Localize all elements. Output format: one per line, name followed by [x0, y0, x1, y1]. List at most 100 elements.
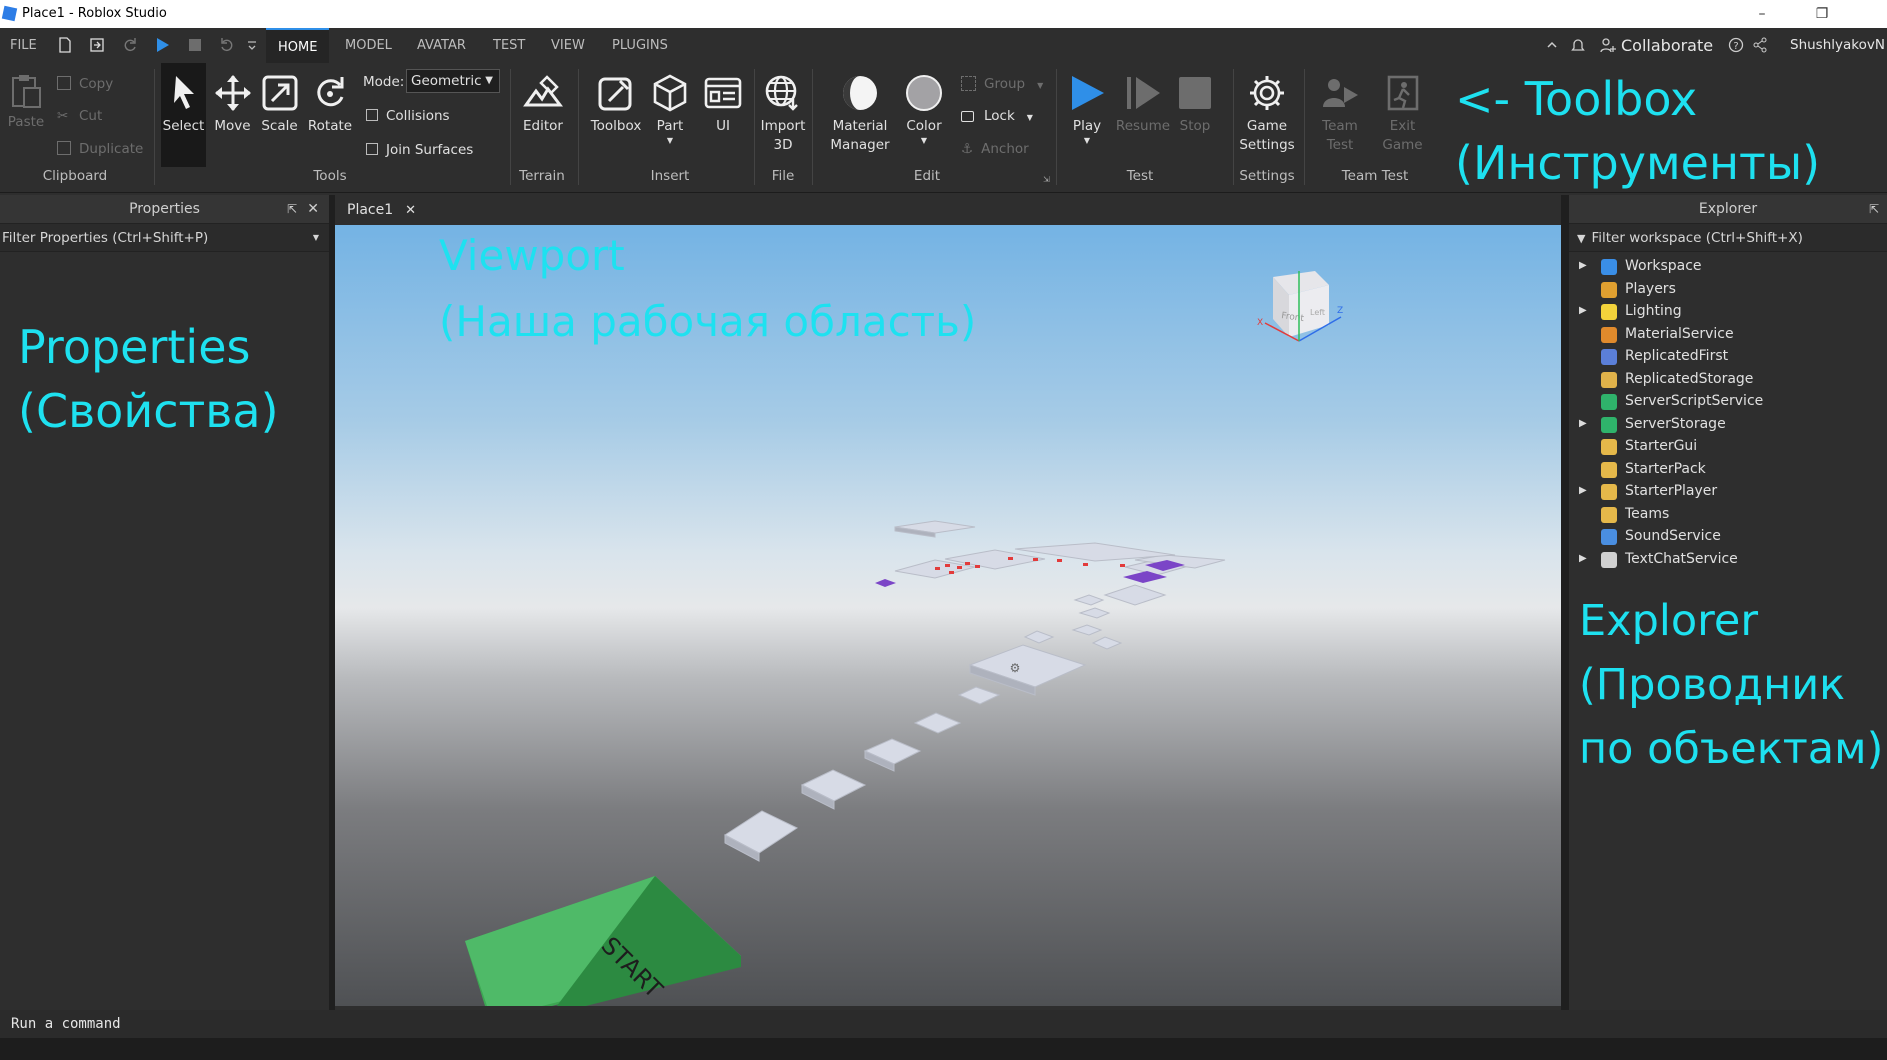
lock-button[interactable]: Lock ▼ — [961, 106, 1033, 126]
tab-plugins[interactable]: PLUGINS — [600, 28, 680, 63]
play-button[interactable]: Play ▼ — [1062, 73, 1112, 146]
tab-avatar[interactable]: AVATAR — [405, 28, 478, 63]
username[interactable]: ShushlyakovN — [1790, 37, 1885, 53]
import-3d-button[interactable]: Import 3D — [757, 73, 809, 155]
resume-label: Resume — [1115, 118, 1171, 134]
new-file-icon[interactable] — [57, 37, 73, 53]
players-icon — [1601, 281, 1617, 298]
tab-test[interactable]: TEST — [481, 28, 537, 63]
minimize-icon[interactable]: – — [1742, 3, 1782, 25]
game-settings-button[interactable]: Game Settings — [1237, 73, 1297, 155]
publish-icon[interactable] — [89, 37, 105, 53]
cut-button[interactable]: ✂ Cut — [57, 106, 102, 126]
select-arrow-icon — [173, 76, 194, 109]
panel-splitter[interactable] — [1561, 195, 1569, 1010]
paste-button[interactable]: Paste — [6, 73, 46, 132]
join-surfaces-checkbox[interactable]: Join Surfaces — [366, 140, 473, 160]
mode-label: Mode: — [363, 74, 405, 90]
start-pad[interactable]: START — [465, 876, 741, 1006]
toolbox-button[interactable]: Toolbox — [586, 73, 646, 136]
file-menu[interactable]: FILE — [0, 28, 47, 63]
explorer-item[interactable]: ▶ StarterPlayer — [1569, 480, 1887, 502]
play-icon — [1072, 76, 1104, 110]
collaborate-button[interactable]: Collaborate — [1621, 36, 1713, 55]
undock-icon[interactable]: ⇱ — [287, 195, 297, 224]
tab-home[interactable]: HOME — [266, 28, 330, 63]
edit-settings-icon[interactable]: ⇲ — [1043, 175, 1050, 184]
collapse-ribbon-icon[interactable] — [1546, 37, 1558, 53]
expand-arrow-icon[interactable]: ▶ — [1579, 548, 1587, 570]
play-quick-icon[interactable] — [154, 37, 170, 53]
collaborate-icon[interactable] — [1600, 37, 1616, 53]
explorer-item[interactable]: Players — [1569, 278, 1887, 300]
expand-arrow-icon[interactable]: ▶ — [1579, 255, 1587, 277]
duplicate-button[interactable]: Duplicate — [57, 139, 143, 159]
explorer-item[interactable]: Teams — [1569, 503, 1887, 525]
explorer-item[interactable]: MaterialService — [1569, 323, 1887, 345]
explorer-item[interactable]: ▶ ServerStorage — [1569, 413, 1887, 435]
move-button[interactable]: Move — [210, 73, 255, 136]
color-button[interactable]: Color ▼ — [902, 73, 946, 146]
resume-button[interactable]: Resume — [1115, 73, 1171, 136]
explorer-item-label: Workspace — [1625, 258, 1702, 274]
chevron-down-icon: ▼ — [1026, 113, 1033, 122]
collisions-checkbox[interactable]: Collisions — [366, 106, 450, 126]
explorer-item[interactable]: StarterGui — [1569, 435, 1887, 457]
select-button[interactable]: Select — [161, 63, 206, 167]
checkbox-icon — [366, 143, 378, 155]
anchor-label: Anchor — [981, 141, 1029, 157]
explorer-item[interactable]: ▶ Lighting — [1569, 300, 1887, 322]
stop-button[interactable]: Stop — [1173, 73, 1217, 136]
properties-filter-input[interactable]: Filter Properties (Ctrl+Shift+P) ▼ — [0, 224, 329, 252]
stop-quick-icon[interactable] — [187, 37, 203, 53]
explorer-item[interactable]: ReplicatedFirst — [1569, 345, 1887, 367]
restore-icon[interactable]: ❐ — [1802, 3, 1842, 25]
rotate-button[interactable]: Rotate — [305, 73, 355, 136]
notifications-icon[interactable] — [1570, 37, 1586, 53]
close-icon[interactable]: ✕ — [307, 195, 319, 224]
material-manager-button[interactable]: Material Manager — [820, 73, 900, 155]
ui-button[interactable]: UI — [703, 73, 743, 136]
explorer-annotation-line2: (Проводник — [1579, 660, 1846, 710]
move-label: Move — [214, 118, 251, 134]
close-tab-icon[interactable]: ✕ — [405, 203, 416, 218]
exit-game-button[interactable]: Exit Game — [1375, 73, 1430, 155]
terrain-editor-button[interactable]: Editor — [518, 73, 568, 136]
undock-icon[interactable]: ⇱ — [1869, 195, 1879, 224]
copy-button[interactable]: Copy — [57, 74, 113, 94]
anchor-button[interactable]: ⚓ Anchor — [961, 139, 1029, 159]
tab-model[interactable]: MODEL — [333, 28, 404, 63]
textchatservice-icon — [1601, 551, 1617, 568]
share-icon[interactable] — [1752, 37, 1768, 53]
help-icon[interactable]: ? — [1728, 37, 1744, 53]
part-button[interactable]: Part ▼ — [648, 73, 692, 146]
explorer-item[interactable]: SoundService — [1569, 525, 1887, 547]
viewport[interactable]: START ⚙ Front Left X Z Viewport (Наша ра… — [335, 225, 1561, 1006]
explorer-annotation: Explorer (Проводник по объектам) — [1579, 589, 1883, 781]
tab-view[interactable]: VIEW — [539, 28, 597, 63]
expand-arrow-icon[interactable]: ▶ — [1579, 300, 1587, 322]
team-test-button[interactable]: Team Test — [1310, 73, 1370, 155]
quick-access-dropdown-icon[interactable] — [246, 37, 258, 53]
chevron-down-icon[interactable]: ▼ — [313, 224, 319, 252]
redo-icon[interactable] — [122, 37, 138, 53]
scale-icon — [262, 75, 297, 111]
group-button[interactable]: Group ▼ — [961, 74, 1043, 94]
command-bar-input[interactable]: Run a command — [0, 1010, 1887, 1038]
view-cube[interactable]: Front Left X Z — [1255, 265, 1345, 355]
scale-button[interactable]: Scale — [257, 73, 302, 136]
explorer-filter-input[interactable]: ▼ Filter workspace (Ctrl+Shift+X) — [1569, 224, 1887, 252]
mode-dropdown[interactable]: Geometric ▼ — [406, 69, 500, 93]
tab-place1[interactable]: Place1 ✕ — [335, 195, 427, 225]
cube-left-label: Left — [1310, 308, 1325, 317]
close-icon[interactable] — [1850, 3, 1887, 25]
explorer-item[interactable]: ReplicatedStorage — [1569, 368, 1887, 390]
undo-icon[interactable] — [219, 37, 235, 53]
explorer-item[interactable]: ServerScriptService — [1569, 390, 1887, 412]
expand-arrow-icon[interactable]: ▶ — [1579, 480, 1587, 502]
expand-arrow-icon[interactable]: ▶ — [1579, 413, 1587, 435]
duplicate-label: Duplicate — [79, 141, 144, 157]
explorer-item[interactable]: StarterPack — [1569, 458, 1887, 480]
explorer-item[interactable]: ▶ Workspace — [1569, 255, 1887, 277]
explorer-item[interactable]: ▶ TextChatService — [1569, 548, 1887, 570]
